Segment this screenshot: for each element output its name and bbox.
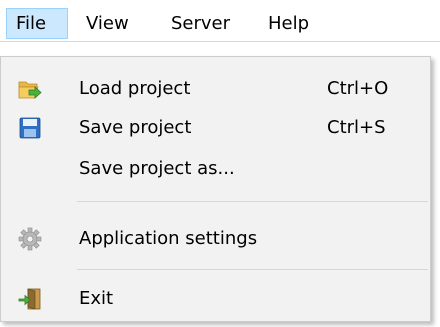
menu-view[interactable]: View: [78, 8, 137, 39]
save-project-as-label: Save project as...: [79, 158, 235, 179]
menu-item-exit[interactable]: Exit: [1, 281, 430, 317]
folder-open-arrow-icon: [18, 81, 42, 99]
gear-icon: [18, 227, 42, 251]
exit-door-icon: [18, 288, 41, 310]
exit-label: Exit: [79, 288, 114, 309]
application-settings-label: Application settings: [79, 228, 258, 249]
menu-bar: File View Server Help: [0, 0, 440, 42]
floppy-disk-icon: [19, 117, 41, 139]
menu-help[interactable]: Help: [260, 8, 317, 39]
save-project-label: Save project: [79, 117, 192, 138]
save-project-shortcut: Ctrl+S: [327, 117, 386, 138]
menu-server[interactable]: Server: [163, 8, 238, 39]
menu-separator: [77, 201, 428, 202]
menu-separator: [77, 269, 428, 270]
menu-item-save-project[interactable]: Save project Ctrl+S: [1, 110, 430, 146]
menu-item-load-project[interactable]: Load project Ctrl+O: [1, 71, 430, 107]
load-project-shortcut: Ctrl+O: [327, 78, 389, 99]
menu-file[interactable]: File: [6, 8, 68, 39]
menu-item-application-settings[interactable]: Application settings: [1, 221, 430, 257]
menu-item-save-project-as[interactable]: Save project as...: [1, 151, 430, 187]
file-menu-dropdown: Load project Ctrl+O Save project Ctrl+S …: [0, 56, 431, 322]
load-project-label: Load project: [79, 78, 191, 99]
